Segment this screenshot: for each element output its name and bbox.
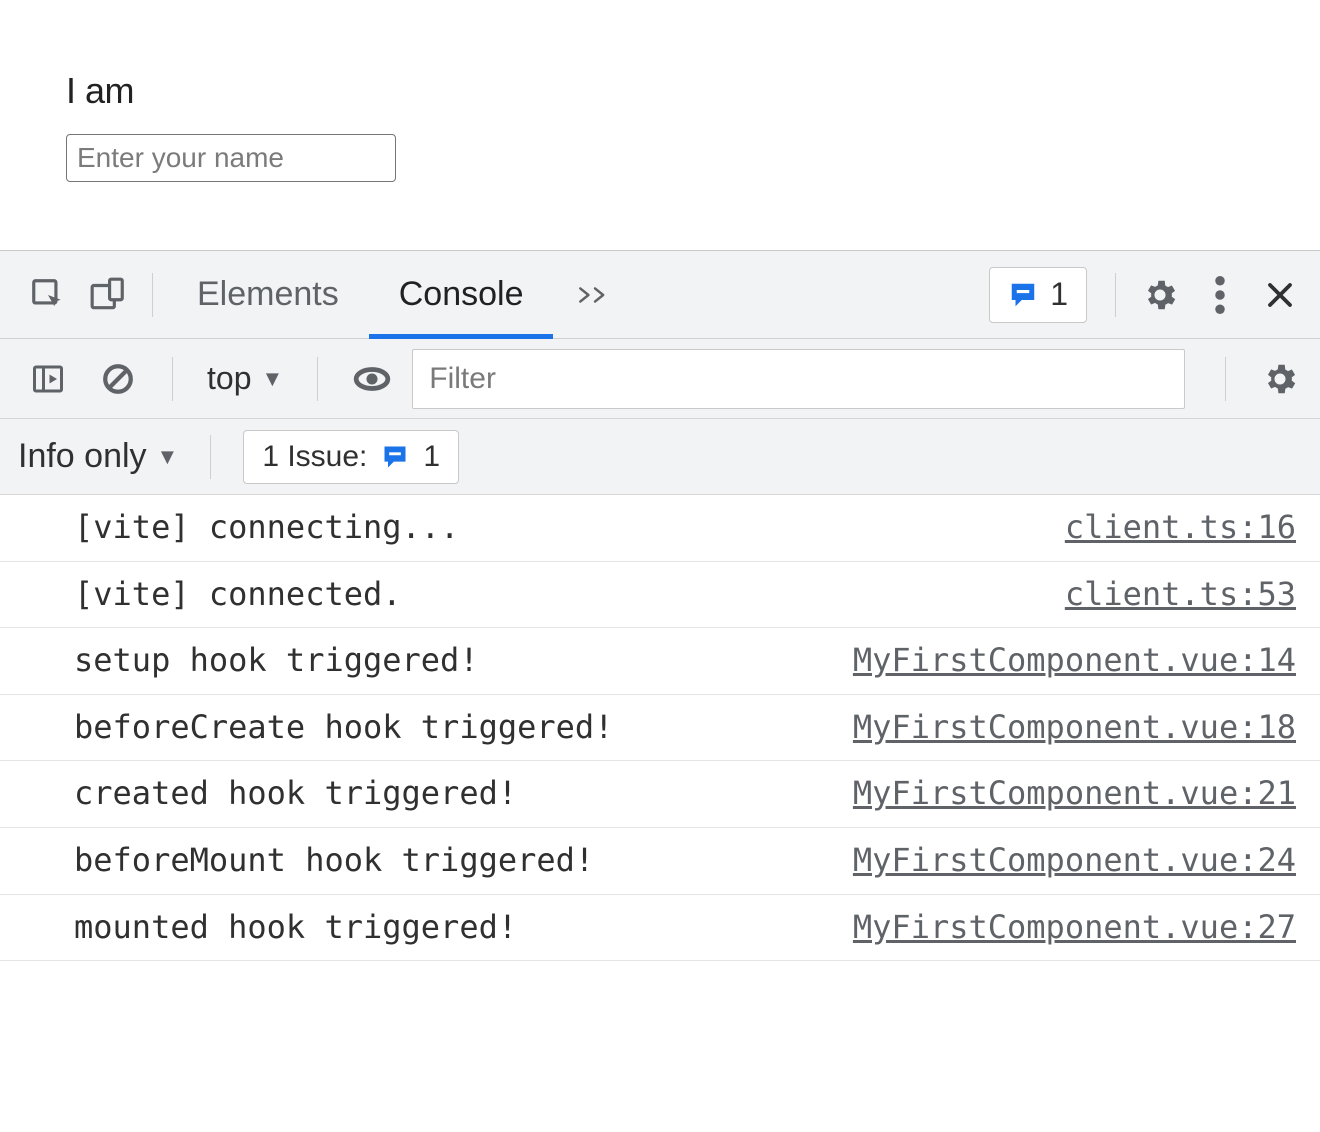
issue-chip-count: 1: [423, 440, 440, 474]
log-source-link[interactable]: client.ts:16: [1065, 507, 1296, 549]
divider: [210, 435, 211, 479]
level-row: Info only ▼ 1 Issue: 1: [0, 419, 1320, 495]
chat-icon: [1008, 280, 1038, 310]
chevron-down-icon: ▼: [157, 444, 179, 470]
live-expression-icon[interactable]: [342, 349, 402, 409]
settings-icon[interactable]: [1130, 265, 1190, 325]
divider: [172, 357, 173, 401]
tab-console[interactable]: Console: [369, 251, 554, 338]
log-level-label: Info only: [18, 437, 147, 476]
chevron-down-icon: ▼: [261, 366, 283, 392]
close-devtools-icon[interactable]: [1250, 265, 1310, 325]
chat-icon: [381, 443, 409, 471]
issues-badge[interactable]: 1: [989, 267, 1087, 323]
log-row[interactable]: mounted hook triggered! MyFirstComponent…: [0, 895, 1320, 962]
log-source-link[interactable]: MyFirstComponent.vue:24: [853, 840, 1296, 882]
divider: [1115, 273, 1116, 317]
tab-elements[interactable]: Elements: [167, 251, 369, 338]
devtools-panel: Elements Console 1: [0, 250, 1320, 961]
log-source-link[interactable]: MyFirstComponent.vue:27: [853, 907, 1296, 949]
name-input[interactable]: [66, 134, 396, 182]
log-message: created hook triggered!: [74, 773, 517, 815]
more-tabs-icon[interactable]: [553, 281, 637, 309]
log-row[interactable]: created hook triggered! MyFirstComponent…: [0, 761, 1320, 828]
log-source-link[interactable]: MyFirstComponent.vue:14: [853, 640, 1296, 682]
log-row[interactable]: setup hook triggered! MyFirstComponent.v…: [0, 628, 1320, 695]
log-row[interactable]: beforeCreate hook triggered! MyFirstComp…: [0, 695, 1320, 762]
log-level-select[interactable]: Info only ▼: [18, 437, 178, 476]
divider: [152, 273, 153, 317]
context-label: top: [207, 360, 251, 397]
kebab-menu-icon[interactable]: [1190, 265, 1250, 325]
log-message: beforeMount hook triggered!: [74, 840, 594, 882]
log-source-link[interactable]: MyFirstComponent.vue:18: [853, 707, 1296, 749]
inspect-element-icon[interactable]: [18, 265, 78, 325]
divider: [317, 357, 318, 401]
divider: [1225, 357, 1226, 401]
device-toolbar-icon[interactable]: [78, 265, 138, 325]
issue-chip[interactable]: 1 Issue: 1: [243, 430, 459, 484]
log-message: [vite] connected.: [74, 574, 402, 616]
console-filter-input[interactable]: [412, 349, 1185, 409]
log-message: setup hook triggered!: [74, 640, 479, 682]
log-message: [vite] connecting...: [74, 507, 459, 549]
clear-console-icon[interactable]: [88, 349, 148, 409]
console-toolbar: top ▼: [0, 339, 1320, 419]
page-heading: I am: [66, 70, 1320, 112]
log-row[interactable]: beforeMount hook triggered! MyFirstCompo…: [0, 828, 1320, 895]
devtools-tabbar: Elements Console 1: [0, 251, 1320, 339]
console-settings-icon[interactable]: [1250, 349, 1310, 409]
issue-chip-label: 1 Issue:: [262, 440, 367, 474]
toggle-sidebar-icon[interactable]: [18, 349, 78, 409]
log-row[interactable]: [vite] connected. client.ts:53: [0, 562, 1320, 629]
context-select[interactable]: top ▼: [197, 360, 293, 397]
console-log-list: [vite] connecting... client.ts:16 [vite]…: [0, 495, 1320, 961]
log-row[interactable]: [vite] connecting... client.ts:16: [0, 495, 1320, 562]
log-message: beforeCreate hook triggered!: [74, 707, 613, 749]
log-source-link[interactable]: client.ts:53: [1065, 574, 1296, 616]
log-source-link[interactable]: MyFirstComponent.vue:21: [853, 773, 1296, 815]
log-message: mounted hook triggered!: [74, 907, 517, 949]
issues-count: 1: [1050, 276, 1068, 313]
